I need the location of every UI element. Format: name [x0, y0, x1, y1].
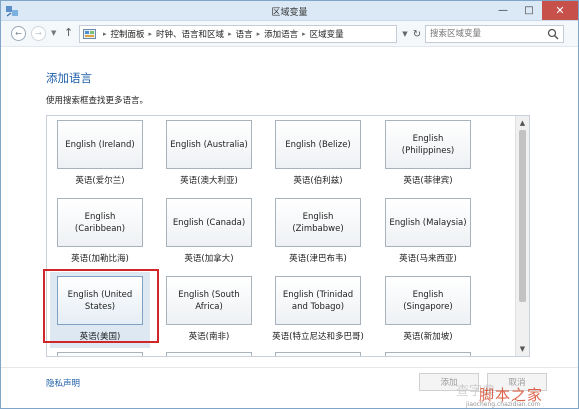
language-tile[interactable]: English (Canada) [166, 198, 252, 247]
breadcrumb-separator-icon: ▸ [256, 30, 261, 38]
close-button[interactable]: ✕ [542, 1, 578, 20]
language-name: 英语(加勒比海) [71, 254, 129, 264]
language-item-english-philippines[interactable]: English (Philippines) 英语(菲律宾) [378, 116, 478, 192]
control-panel-icon [83, 29, 96, 39]
language-tile[interactable]: English (Zimbabwe) [275, 198, 361, 247]
breadcrumb-regional-variants[interactable]: 区域变量 [310, 28, 344, 40]
page-title: 添加语言 [46, 71, 92, 85]
breadcrumb-separator-icon: ▸ [302, 30, 306, 38]
language-name: 英语(津巴布韦) [289, 254, 347, 264]
language-name: 英语(伯利兹) [293, 176, 343, 186]
search-box[interactable] [425, 25, 564, 43]
language-name: 英语(新加坡) [403, 332, 453, 342]
search-icon[interactable] [547, 28, 559, 40]
language-tile[interactable]: English (Philippines) [385, 120, 471, 169]
language-item-english-caribbean[interactable]: English (Caribbean) 英语(加勒比海) [50, 194, 150, 270]
language-item-english-trinidad-and-tobago[interactable]: English (Trinidad and Tobago) 英语(特立尼达和多巴… [268, 272, 368, 348]
language-item-english-south-africa[interactable]: English (South Africa) 英语(南非) [159, 272, 259, 348]
language-tile-partial[interactable] [166, 352, 252, 356]
refresh-icon[interactable]: ↻ [409, 25, 425, 43]
scroll-down-icon[interactable]: ▼ [516, 342, 529, 356]
language-name: 英语(南非) [188, 332, 230, 342]
maximize-button[interactable]: □ [516, 1, 542, 20]
language-item-english-canada[interactable]: English (Canada) 英语(加拿大) [159, 194, 259, 270]
language-tile[interactable]: English (Ireland) [57, 120, 143, 169]
language-window: 区域变量 — □ ✕ ← → ▼ ↑ ▸ 控制面板 ▸ 时钟、语言和区域 ▸ 语… [0, 0, 579, 409]
language-tile[interactable]: English (Belize) [275, 120, 361, 169]
breadcrumb-control-panel[interactable]: 控制面板 [111, 28, 145, 40]
language-name: 英语(马来西亚) [399, 254, 457, 264]
title-bar: 区域变量 — □ ✕ [1, 1, 578, 21]
watermark-url: jiaocheng.chazidian.com [466, 401, 541, 408]
breadcrumb-language[interactable]: 语言 [236, 28, 253, 40]
navigation-bar: ← → ▼ ↑ ▸ 控制面板 ▸ 时钟、语言和区域 ▸ 语言 ▸ 添加语言 ▸ … [1, 21, 578, 47]
language-name: 英语(特立尼达和多巴哥) [272, 332, 364, 342]
scrollbar-thumb[interactable] [519, 130, 526, 302]
language-item-english-australia[interactable]: English (Australia) 英语(澳大利亚) [159, 116, 259, 192]
language-name: 英语(澳大利亚) [180, 176, 238, 186]
privacy-statement-link[interactable]: 隐私声明 [46, 377, 80, 389]
language-tile[interactable]: English (Trinidad and Tobago) [275, 276, 361, 325]
language-tile[interactable]: English (Singapore) [385, 276, 471, 325]
minimize-button[interactable]: — [490, 1, 516, 20]
footer-divider [1, 367, 578, 368]
address-bar[interactable]: ▸ 控制面板 ▸ 时钟、语言和区域 ▸ 语言 ▸ 添加语言 ▸ 区域变量 [79, 25, 397, 43]
language-item-english-zimbabwe[interactable]: English (Zimbabwe) 英语(津巴布韦) [268, 194, 368, 270]
breadcrumb-clock-language-region[interactable]: 时钟、语言和区域 [156, 28, 224, 40]
language-tile[interactable]: English (Malaysia) [385, 198, 471, 247]
back-arrow-icon[interactable]: ← [11, 26, 26, 41]
language-tile-partial[interactable] [275, 352, 361, 356]
breadcrumb-separator-icon: ▸ [148, 30, 153, 38]
search-input[interactable] [426, 26, 544, 42]
language-item-english-malaysia[interactable]: English (Malaysia) 英语(马来西亚) [378, 194, 478, 270]
language-tile[interactable]: English (Australia) [166, 120, 252, 169]
breadcrumb-separator-icon: ▸ [228, 30, 232, 38]
language-tile[interactable]: English (South Africa) [166, 276, 252, 325]
language-item-english-belize[interactable]: English (Belize) 英语(伯利兹) [268, 116, 368, 192]
selection-highlight-box [43, 269, 159, 343]
language-item-english-singapore[interactable]: English (Singapore) 英语(新加坡) [378, 272, 478, 348]
language-tile-partial[interactable] [57, 352, 143, 356]
language-tile-partial[interactable] [385, 352, 471, 356]
breadcrumb-separator-icon: ▸ [103, 30, 107, 38]
history-dropdown-icon[interactable]: ▼ [51, 29, 56, 37]
vertical-scrollbar[interactable]: ▲ ▼ [515, 116, 529, 356]
language-name: 英语(爱尔兰) [75, 176, 125, 186]
breadcrumb-add-language[interactable]: 添加语言 [264, 28, 298, 40]
language-tile[interactable]: English (Caribbean) [57, 198, 143, 247]
up-arrow-icon[interactable]: ↑ [64, 26, 73, 39]
language-name: 英语(菲律宾) [403, 176, 453, 186]
language-name: 英语(加拿大) [184, 254, 234, 264]
scroll-up-icon[interactable]: ▲ [516, 116, 529, 130]
page-subtitle: 使用搜索框查找更多语言。 [46, 96, 149, 106]
language-item-english-ireland[interactable]: English (Ireland) 英语(爱尔兰) [50, 116, 150, 192]
forward-arrow-icon[interactable]: → [31, 26, 46, 41]
